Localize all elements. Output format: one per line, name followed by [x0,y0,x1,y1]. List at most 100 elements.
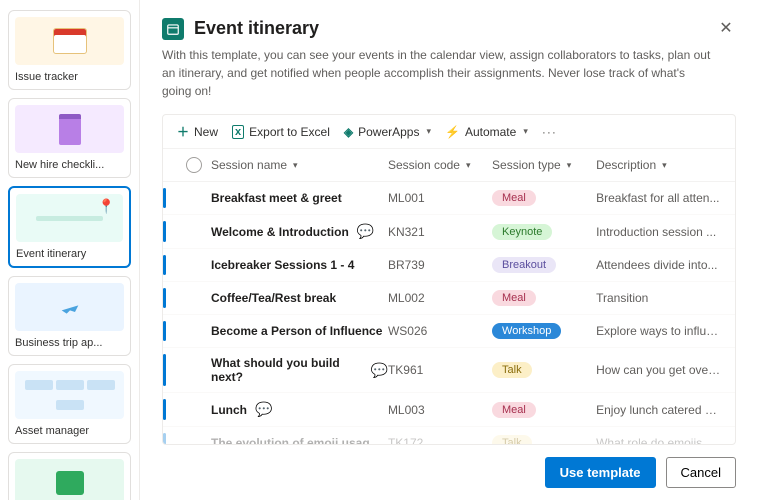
powerapps-button[interactable]: ◈ PowerApps ▾ [344,125,431,139]
cell-session-code: ML001 [388,191,492,205]
cell-session-type: Keynote [492,224,596,240]
table-row[interactable]: The evolution of emoji usag...TK172Talk W… [163,427,735,444]
comment-icon[interactable]: 💬 [371,362,388,379]
event-itinerary-thumb: 📍 [16,194,123,242]
cell-session-name: Breakfast meet & greet [211,191,388,205]
chevron-down-icon: ▾ [523,126,528,137]
column-session-type[interactable]: Session type▾ [492,158,596,172]
chevron-down-icon: ▾ [567,160,572,171]
row-accent-bar [163,288,166,308]
cell-session-type: Talk [492,435,596,444]
template-label: Asset manager [15,425,124,437]
new-button[interactable]: ＋ New [177,123,218,140]
chevron-down-icon: ▾ [293,160,298,171]
calendar-icon [162,18,184,40]
template-card-asset-manager[interactable]: Asset manager [8,364,131,444]
column-session-name[interactable]: Session name▾ [211,158,388,172]
new-hire-thumb [15,105,124,153]
cell-session-name: Coffee/Tea/Rest break [211,291,388,305]
select-all-toggle[interactable] [186,157,202,173]
cell-session-code: TK172 [388,436,492,444]
cell-description: Introduction session ... [596,225,721,239]
cell-session-code: ML003 [388,403,492,417]
cell-description: What role do emojis ... [596,436,721,444]
table-row[interactable]: Icebreaker Sessions 1 - 4BR739BreakoutAt… [163,249,735,282]
type-pill: Talk [492,362,532,378]
more-actions-button[interactable]: ··· [542,125,557,139]
automate-label: Automate [465,125,516,139]
row-accent-bar [163,433,166,444]
flow-icon: ⚡ [445,125,460,139]
column-header-row: Session name▾ Session code▾ Session type… [163,149,735,182]
cell-session-code: ML002 [388,291,492,305]
row-accent-bar [163,188,166,208]
template-card-new-hire[interactable]: New hire checkli... [8,98,131,178]
type-pill: Breakout [492,257,556,273]
table-row[interactable]: What should you build next?💬TK961Talk How… [163,348,735,393]
use-template-button[interactable]: Use template [545,457,656,488]
row-accent-bar [163,354,166,386]
row-accent-bar [163,321,166,341]
export-label: Export to Excel [249,125,330,139]
excel-icon: x [232,125,244,139]
page-subtitle: With this template, you can see your eve… [162,46,736,100]
cell-description: How can you get over... [596,363,721,377]
cell-session-name: What should you build next?💬 [211,356,388,384]
cell-session-type: Meal [492,290,596,306]
table-row[interactable]: Become a Person of InfluenceWS026Worksho… [163,315,735,348]
cell-session-type: Talk [492,362,596,378]
issue-tracker-thumb [15,17,124,65]
type-pill: Meal [492,290,536,306]
table-row[interactable]: Welcome & Introduction💬KN321Keynote Intro… [163,215,735,249]
cell-session-code: KN321 [388,225,492,239]
type-pill: Keynote [492,224,552,240]
page-title: Event itinerary [194,18,319,39]
powerapps-icon: ◈ [344,125,353,139]
close-button[interactable]: ✕ [716,18,736,38]
column-session-code[interactable]: Session code▾ [388,158,492,172]
template-card-business-trip[interactable]: Business trip ap... [8,276,131,356]
export-excel-button[interactable]: x Export to Excel [232,125,330,139]
cell-session-type: Workshop [492,323,596,339]
cell-session-type: Meal [492,402,596,418]
type-pill: Workshop [492,323,561,339]
powerapps-label: PowerApps [358,125,419,139]
table-row[interactable]: Coffee/Tea/Rest breakML002Meal Transition [163,282,735,315]
table-row[interactable]: Breakfast meet & greetML001Meal Breakfast… [163,182,735,215]
table-row[interactable]: Lunch💬ML003MealEnjoy lunch catered b... [163,393,735,427]
cell-session-type: Breakout [492,257,596,273]
cell-description: Transition [596,291,721,305]
cell-description: Enjoy lunch catered b... [596,403,721,417]
template-label: Business trip ap... [15,337,124,349]
list-area: ＋ New x Export to Excel ◈ PowerApps ▾ ⚡ … [162,114,736,445]
template-card-event-itinerary[interactable]: 📍 Event itinerary [8,186,131,268]
type-pill: Meal [492,190,536,206]
comment-icon[interactable]: 💬 [255,401,272,418]
cell-description: Breakfast for all atten... [596,191,721,205]
template-card-issue-tracker[interactable]: Issue tracker [8,10,131,90]
green-thumb [15,459,124,500]
row-accent-bar [163,221,166,242]
cell-session-name: Icebreaker Sessions 1 - 4 [211,258,388,272]
cell-session-name: Welcome & Introduction💬 [211,223,388,240]
type-pill: Talk [492,435,532,444]
cell-description: Explore ways to influe... [596,324,721,338]
template-label: Issue tracker [15,71,124,83]
cell-session-code: TK961 [388,363,492,377]
cancel-button[interactable]: Cancel [666,457,736,488]
template-card-more[interactable] [8,452,131,500]
rows-container: Breakfast meet & greetML001MealBreakfast… [163,182,735,444]
cell-session-type: Meal [492,190,596,206]
cell-session-name: Lunch💬 [211,401,388,418]
plus-icon: ＋ [177,123,189,140]
template-sidebar: Issue tracker New hire checkli... 📍 Even… [0,0,140,500]
dialog-footer: Use template Cancel [162,445,736,488]
chevron-down-icon: ▾ [662,160,667,171]
column-description[interactable]: Description▾ [596,158,721,172]
main-panel: Event itinerary ✕ With this template, yo… [140,0,758,500]
automate-button[interactable]: ⚡ Automate ▾ [445,125,528,139]
comment-icon[interactable]: 💬 [357,223,374,240]
cell-session-name: Become a Person of Influence [211,324,388,338]
cell-session-name: The evolution of emoji usag... [211,436,388,444]
asset-manager-thumb [15,371,124,419]
